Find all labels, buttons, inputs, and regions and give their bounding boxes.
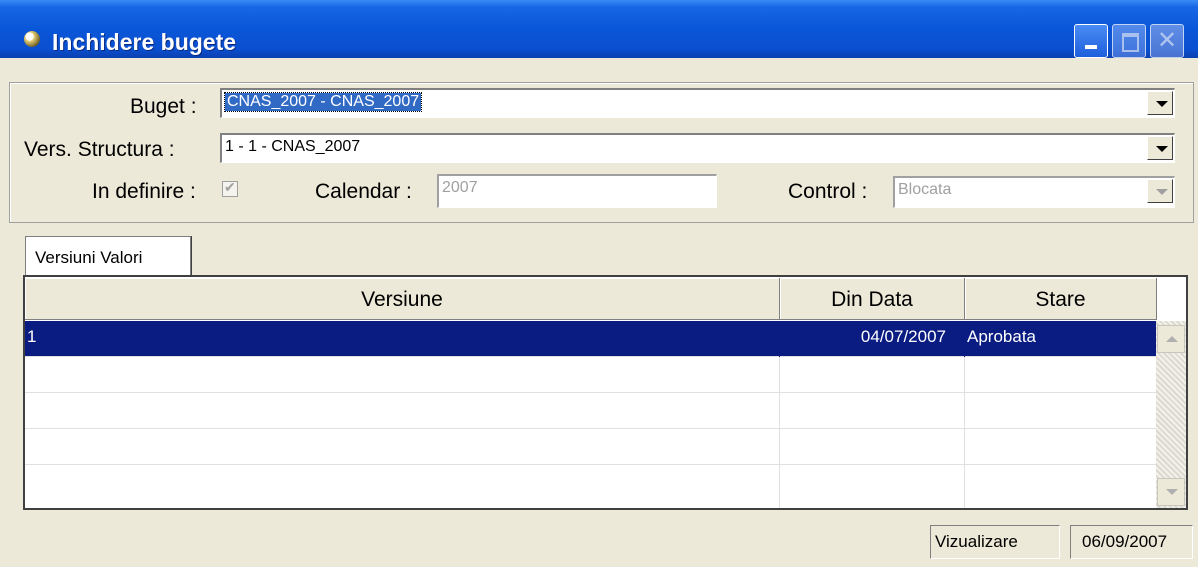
scroll-down-icon[interactable] xyxy=(1157,478,1185,506)
close-icon: ✕ xyxy=(1156,27,1178,54)
dropdown-arrow-icon xyxy=(1147,179,1173,203)
cell-versiune[interactable]: 1 xyxy=(25,321,780,357)
buget-label: Buget : xyxy=(130,95,197,118)
table-row-empty[interactable] xyxy=(25,465,1157,508)
column-header-versiune[interactable]: Versiune xyxy=(25,278,780,320)
table-row-empty[interactable] xyxy=(25,393,1157,429)
dropdown-arrow-icon[interactable] xyxy=(1147,136,1173,160)
structura-label: Vers. Structura : xyxy=(24,138,175,161)
minimize-button[interactable] xyxy=(1074,24,1108,58)
in-definire-checkbox[interactable] xyxy=(222,179,238,197)
table-row-empty[interactable] xyxy=(25,357,1157,393)
tab-versiuni-valori[interactable]: Versiuni Valori xyxy=(25,236,191,276)
app-icon[interactable] xyxy=(24,31,40,47)
window: Inchidere bugete ✕ Buget : CNAS_2007 - C… xyxy=(0,0,1198,567)
control-select[interactable]: Blocata xyxy=(893,176,1175,208)
calendar-value: 2007 xyxy=(442,179,478,196)
versions-grid[interactable]: Versiune Din Data Stare 1 04/07/2007 Apr… xyxy=(23,275,1188,510)
scroll-up-icon[interactable] xyxy=(1157,325,1185,353)
calendar-label: Calendar : xyxy=(315,180,412,203)
vertical-scrollbar[interactable] xyxy=(1156,321,1186,508)
cell-stare[interactable]: Aprobata xyxy=(965,321,1157,357)
tab-label: Versiuni Valori xyxy=(35,248,143,267)
close-button[interactable]: ✕ xyxy=(1150,24,1184,58)
buget-select[interactable]: CNAS_2007 - CNAS_2007 xyxy=(220,88,1175,118)
table-row[interactable]: 1 04/07/2007 Aprobata xyxy=(25,321,1157,357)
calendar-field[interactable]: 2007 xyxy=(437,174,717,208)
window-title: Inchidere bugete xyxy=(52,29,237,55)
status-mode: Vizualizare xyxy=(930,525,1060,559)
control-value: Blocata xyxy=(898,181,952,198)
column-header-stare[interactable]: Stare xyxy=(965,278,1157,320)
structura-select[interactable]: 1 - 1 - CNAS_2007 xyxy=(220,133,1175,163)
in-definire-label: In definire : xyxy=(92,180,196,203)
maximize-button[interactable] xyxy=(1112,24,1146,58)
control-label: Control : xyxy=(788,180,868,203)
table-row-empty[interactable] xyxy=(25,429,1157,465)
column-header-din-data[interactable]: Din Data xyxy=(780,278,965,320)
cell-din-data[interactable]: 04/07/2007 xyxy=(780,321,965,357)
title-bar[interactable]: Inchidere bugete ✕ xyxy=(0,0,1198,58)
structura-value: 1 - 1 - CNAS_2007 xyxy=(225,138,361,155)
dropdown-arrow-icon[interactable] xyxy=(1147,91,1173,115)
buget-value: CNAS_2007 - CNAS_2007 xyxy=(223,92,423,112)
status-date: 06/09/2007 xyxy=(1070,525,1193,559)
